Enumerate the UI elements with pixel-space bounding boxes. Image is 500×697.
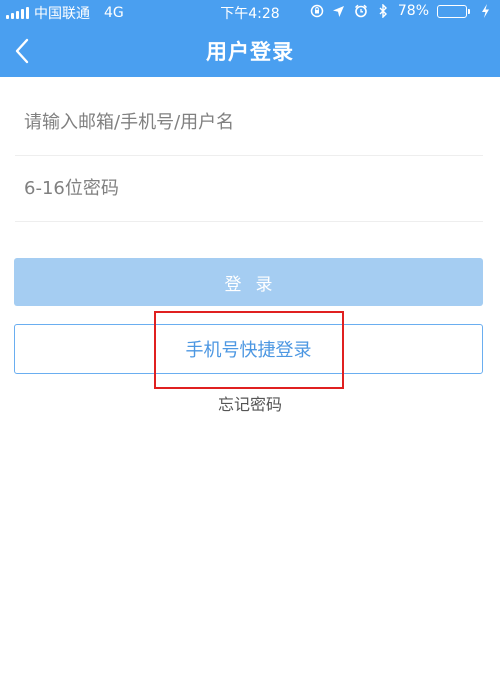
password-field — [15, 156, 483, 222]
bluetooth-icon — [376, 4, 390, 18]
phone-quick-login-button[interactable]: 手机号快捷登录 — [14, 324, 483, 374]
account-input[interactable] — [15, 90, 483, 155]
account-field — [15, 90, 483, 156]
location-icon — [332, 4, 346, 18]
nav-header: 中国联通 4G 下午4:28 78% 用户登录 — [0, 0, 500, 77]
orientation-lock-icon — [310, 4, 324, 18]
alarm-icon — [354, 4, 368, 18]
login-button[interactable]: 登录 — [14, 258, 483, 306]
battery-icon — [437, 4, 470, 18]
page-title: 用户登录 — [206, 40, 294, 64]
status-bar: 中国联通 4G 下午4:28 78% — [0, 0, 500, 24]
battery-percent: 78% — [397, 3, 429, 19]
charging-icon — [478, 4, 492, 18]
password-input[interactable] — [15, 156, 483, 221]
forgot-password-link[interactable]: 忘记密码 — [0, 391, 500, 415]
status-right: 78% — [310, 3, 492, 19]
